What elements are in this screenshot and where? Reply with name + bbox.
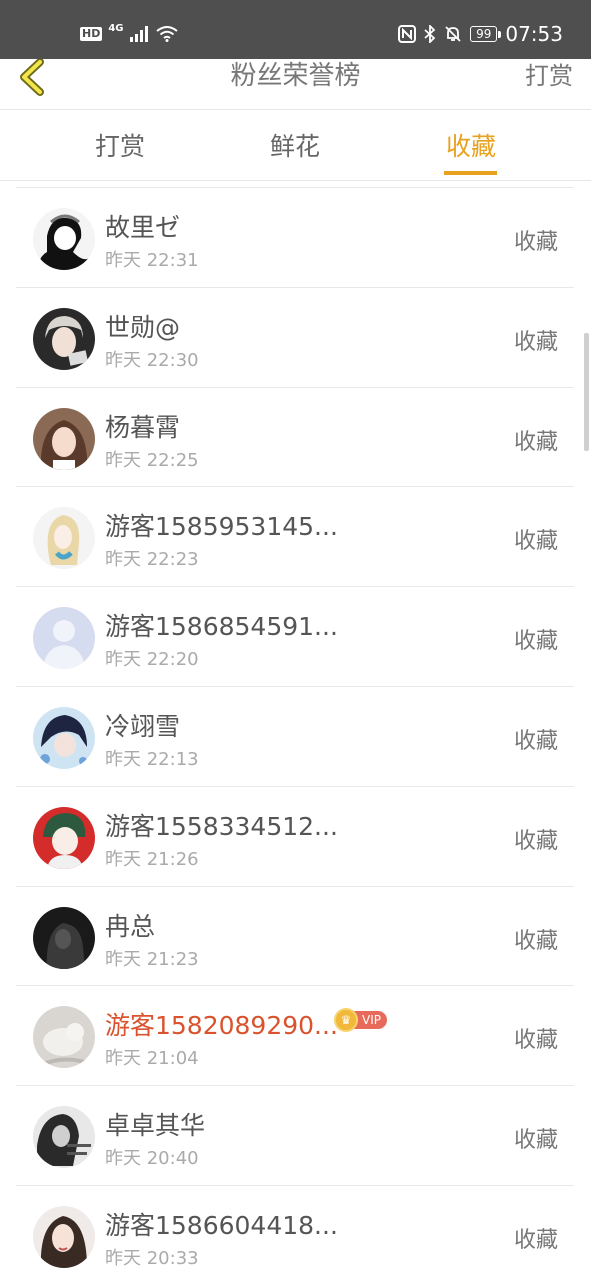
- timestamp: 昨天 22:23: [105, 549, 199, 571]
- list-item[interactable]: 杨暮霄 昨天 22:25 收藏: [16, 386, 574, 487]
- timestamp: 昨天 20:40: [105, 1148, 199, 1170]
- user-name: 游客1585953145...: [105, 512, 338, 542]
- mute-bell-icon: [445, 26, 461, 42]
- avatar: [33, 1205, 95, 1268]
- list-item[interactable]: 游客1582089290... ♛ VIP 昨天 21:04 收藏: [16, 985, 574, 1085]
- action-label: 收藏: [513, 928, 558, 954]
- status-left: HD 4G: [80, 22, 178, 42]
- user-name: 世勋@: [105, 312, 181, 342]
- list-item[interactable]: 世勋@ 昨天 22:30 收藏: [16, 286, 574, 387]
- avatar: [33, 307, 95, 370]
- bluetooth-icon: [424, 25, 436, 43]
- battery-indicator: 99: [470, 26, 502, 42]
- timestamp: 昨天 21:23: [105, 948, 199, 970]
- avatar: [33, 806, 95, 869]
- user-name: 游客1586854591...: [105, 612, 338, 642]
- timestamp: 昨天 22:20: [105, 649, 199, 671]
- timestamp: 昨天 22:31: [105, 250, 199, 271]
- clock: 07:53: [505, 22, 563, 46]
- list-item[interactable]: 故里ゼ 昨天 22:31 收藏: [16, 187, 574, 287]
- nav-bar: 粉丝荣誉榜 打赏: [0, 58, 591, 110]
- status-right: 99 07:53: [398, 22, 563, 46]
- action-label: 收藏: [513, 230, 558, 255]
- action-label: 收藏: [513, 629, 558, 655]
- user-name: 游客1558334512...: [105, 811, 338, 841]
- list-item[interactable]: 游客1586854591... 昨天 22:20 收藏: [16, 586, 574, 686]
- signal-icon: [129, 26, 148, 42]
- action-label: 收藏: [513, 828, 558, 854]
- action-label: 收藏: [513, 329, 558, 355]
- timestamp: 昨天 22:25: [105, 449, 199, 471]
- user-name: 游客1586604418...: [105, 1210, 338, 1240]
- tab-flowers[interactable]: 鲜花: [235, 111, 355, 181]
- timestamp: 昨天 22:30: [105, 349, 199, 371]
- nfc-icon: [398, 25, 417, 43]
- action-label: 收藏: [513, 1227, 558, 1253]
- timestamp: 昨天 20:33: [105, 1247, 199, 1269]
- avatar: [33, 1106, 95, 1169]
- tab-bar: 打赏 鲜花 收藏: [0, 111, 591, 181]
- avatar: [33, 906, 95, 969]
- timestamp: 昨天 22:13: [105, 748, 199, 770]
- avatar: [33, 407, 95, 470]
- user-name: 冷翊雪: [105, 711, 181, 741]
- reward-button[interactable]: 打赏: [525, 59, 573, 93]
- list-item[interactable]: 游客1585953145... 昨天 22:23 收藏: [16, 486, 574, 586]
- list-item[interactable]: 游客1586604418... 昨天 20:33 收藏: [16, 1184, 574, 1285]
- user-name: 故里ゼ: [105, 213, 181, 242]
- wifi-icon: [155, 26, 178, 42]
- user-name: 游客1582089290...: [105, 1011, 338, 1041]
- user-name: 杨暮霄: [105, 412, 181, 442]
- action-label: 收藏: [513, 429, 558, 455]
- avatar: [33, 706, 95, 769]
- avatar: [33, 507, 95, 570]
- list-item[interactable]: 卓卓其华 昨天 20:40 收藏: [16, 1085, 574, 1185]
- page-title: 粉丝荣誉榜: [230, 61, 361, 91]
- list-item[interactable]: 冉总 昨天 21:23 收藏: [16, 885, 574, 986]
- avatar: [33, 1006, 95, 1069]
- fan-list: 故里ゼ 昨天 22:31 收藏 世勋@ 昨天 22:30 收藏 杨暮霄 昨天 2…: [16, 187, 574, 1285]
- hd-icon: HD: [80, 27, 103, 41]
- user-name: 冉总: [105, 911, 156, 941]
- list-item[interactable]: 冷翊雪 昨天 22:13 收藏: [16, 685, 574, 786]
- avatar: [33, 607, 95, 670]
- status-bar: HD 4G 99 07:53: [0, 0, 591, 59]
- action-label: 收藏: [513, 728, 558, 754]
- avatar: [33, 208, 95, 270]
- network-type: 4G: [108, 22, 124, 34]
- list-item[interactable]: 游客1558334512... 昨天 21:26 收藏: [16, 785, 574, 886]
- timestamp: 昨天 21:04: [105, 1048, 199, 1070]
- action-label: 收藏: [513, 1028, 558, 1054]
- action-label: 收藏: [513, 1128, 558, 1154]
- vip-badge: ♛ VIP: [334, 1008, 387, 1033]
- action-label: 收藏: [513, 529, 558, 555]
- user-name: 卓卓其华: [105, 1111, 206, 1141]
- scrollbar[interactable]: [584, 333, 589, 451]
- tab-reward[interactable]: 打赏: [60, 111, 180, 181]
- timestamp: 昨天 21:26: [105, 848, 199, 870]
- active-tab-indicator: [444, 171, 497, 175]
